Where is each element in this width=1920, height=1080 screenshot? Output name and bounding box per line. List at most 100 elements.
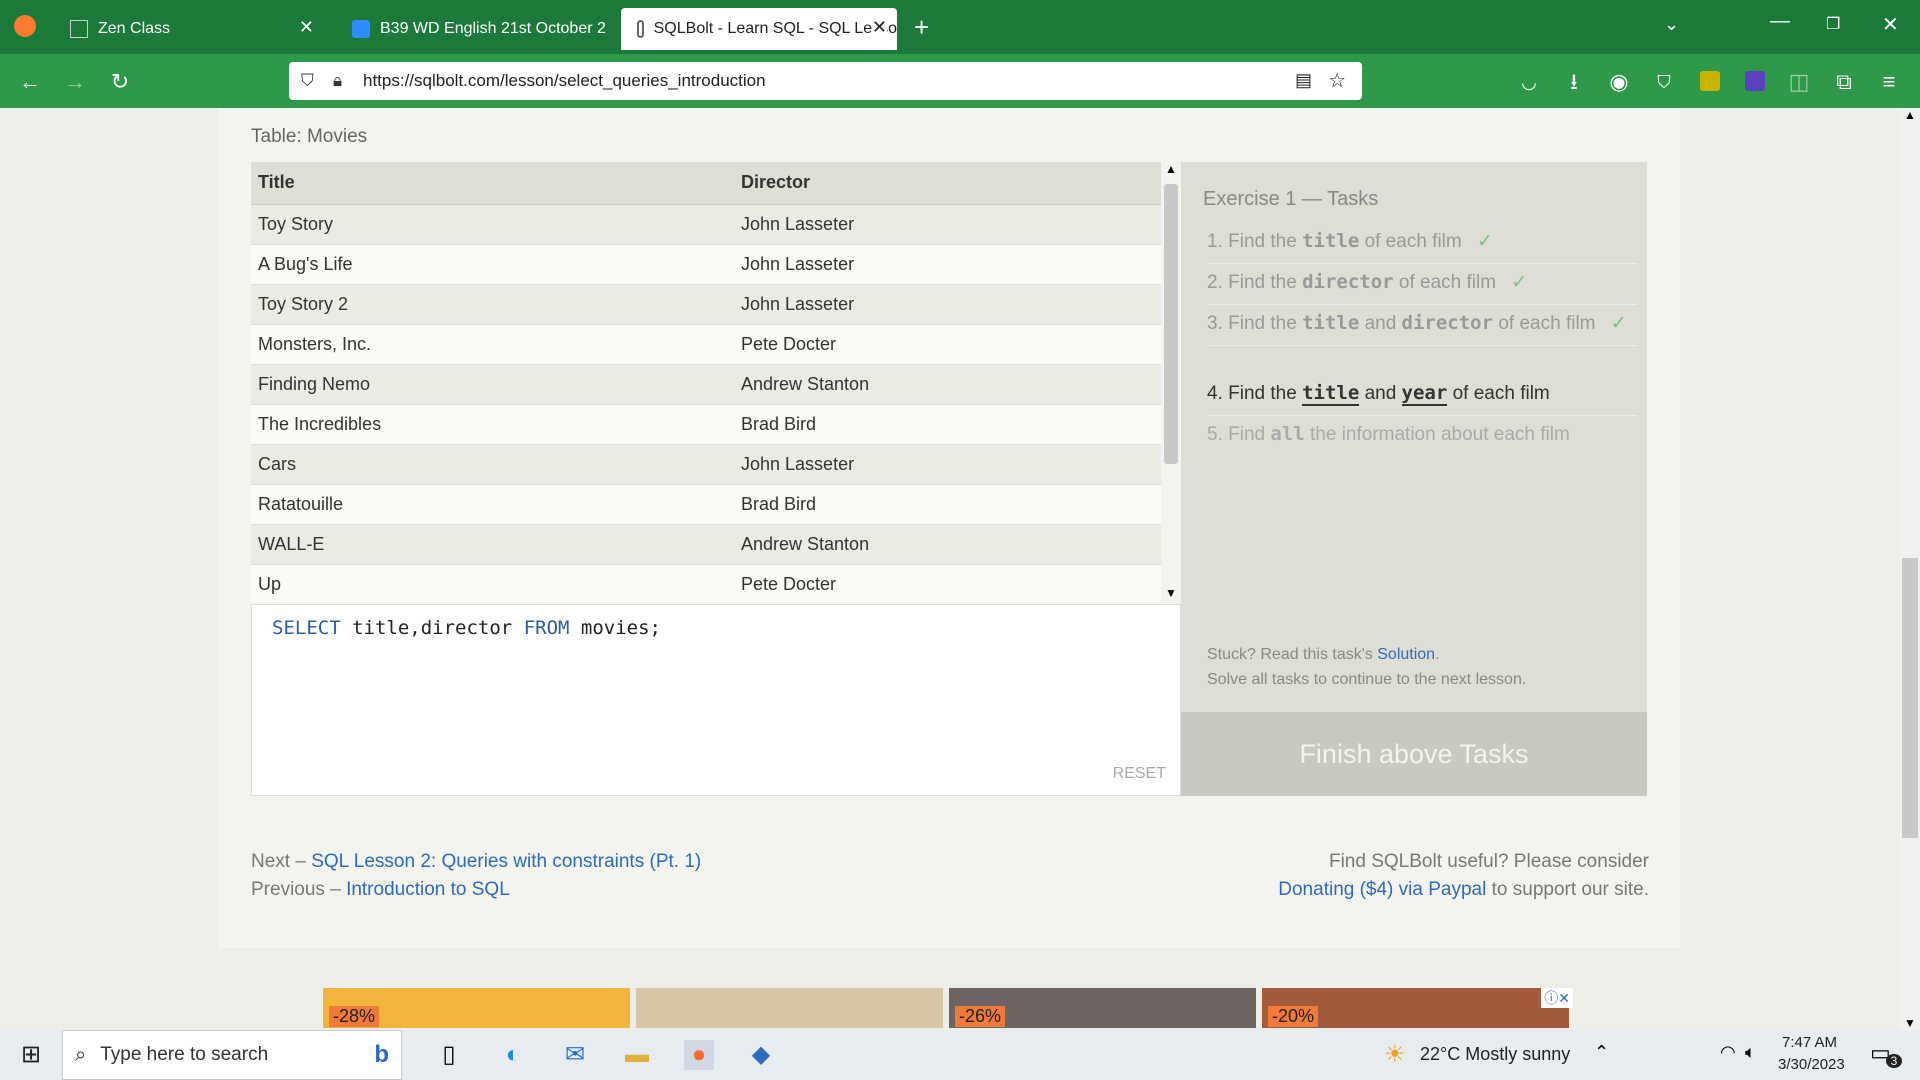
stuck-help: Stuck? Read this task's Solution. Solve … xyxy=(1207,646,1527,688)
firefox-taskbar-icon[interactable]: ● xyxy=(684,1040,714,1070)
pocket-icon[interactable]: ◡ xyxy=(1515,68,1543,96)
extension-icon[interactable] xyxy=(1745,71,1765,91)
new-tab-icon[interactable]: + xyxy=(914,12,929,43)
minimize-icon[interactable]: — xyxy=(1770,10,1790,33)
next-lesson-link[interactable]: SQL Lesson 2: Queries with constraints (… xyxy=(311,851,701,872)
weather-text[interactable]: 22°C Mostly sunny xyxy=(1420,1044,1570,1065)
close-icon[interactable]: ✕ xyxy=(871,17,887,38)
task-code: director xyxy=(1302,271,1394,293)
chevron-up-icon[interactable]: ⌃ xyxy=(1594,1042,1609,1063)
zoom-icon xyxy=(352,20,370,38)
clock-date[interactable]: 3/30/2023 xyxy=(1778,1056,1845,1073)
network-icon[interactable]: ◠ xyxy=(1720,1042,1736,1063)
menu-icon[interactable]: ≡ xyxy=(1875,68,1903,96)
ad-item[interactable] xyxy=(636,988,943,1028)
task-item: 2. Find the director of each film ✓ xyxy=(1207,267,1637,305)
task-code: title xyxy=(1302,382,1360,406)
tab-zen-class[interactable]: Zen Class ✕ xyxy=(54,8,324,50)
shield-icon[interactable]: ⛉ xyxy=(1650,68,1678,96)
weather-icon[interactable]: ☀ xyxy=(1384,1040,1406,1069)
table-row: Toy Story John Lasseter xyxy=(251,204,1161,245)
mail-icon[interactable]: ✉ xyxy=(560,1040,590,1070)
forward-icon[interactable]: → xyxy=(61,68,89,96)
scroll-down-icon[interactable]: ▼ xyxy=(1904,1016,1916,1030)
bing-icon[interactable]: b xyxy=(374,1041,389,1069)
url-text[interactable]: https://sqlbolt.com/lesson/select_querie… xyxy=(363,71,766,91)
task-code: title xyxy=(1302,312,1360,334)
account-icon[interactable]: ◉ xyxy=(1605,68,1633,96)
previous-lesson-link[interactable]: Introduction to SQL xyxy=(346,879,510,900)
download-icon[interactable]: ⭳ xyxy=(1560,68,1588,96)
cell-director: Pete Docter xyxy=(734,324,1161,365)
tasks-title: Exercise 1 — Tasks xyxy=(1203,188,1379,210)
task-text: of each film xyxy=(1364,231,1462,252)
url-bar[interactable]: ⛉ 🔒︎ https://sqlbolt.com/lesson/select_q… xyxy=(289,62,1362,100)
reset-button[interactable]: RESET xyxy=(1113,765,1166,783)
page-icon xyxy=(70,20,88,38)
task-code: year xyxy=(1401,382,1448,406)
reload-icon[interactable]: ↻ xyxy=(106,68,134,96)
extension-icon[interactable]: ◫ xyxy=(1785,68,1813,96)
cell-title: Ratatouille xyxy=(251,484,734,525)
cell-director: John Lasseter xyxy=(734,284,1161,325)
windows-start-icon[interactable]: ⊞ xyxy=(16,1040,46,1070)
scrollbar-thumb[interactable] xyxy=(1902,558,1918,838)
task-text: Find the xyxy=(1228,313,1297,334)
back-icon[interactable]: ← xyxy=(16,68,44,96)
tab-sqlbolt[interactable]: SQLBolt - Learn SQL - SQL Lesso ✕ xyxy=(621,8,897,50)
finish-tasks-button[interactable]: Finish above Tasks xyxy=(1181,712,1647,796)
task-text: Find the xyxy=(1228,231,1297,252)
ad-item[interactable]: -28% xyxy=(323,988,630,1028)
sql-code[interactable]: SELECT title,director FROM movies; xyxy=(272,617,661,639)
task-item: 1. Find the title of each film ✓ xyxy=(1207,226,1637,264)
file-explorer-icon[interactable]: ▬ xyxy=(622,1040,652,1070)
reader-icon[interactable]: ▤ xyxy=(1295,70,1312,91)
chevron-down-icon[interactable]: ⌄ xyxy=(1664,14,1679,35)
solution-link[interactable]: Solution xyxy=(1377,646,1435,663)
donate-message: Find SQLBolt useful? Please consider Don… xyxy=(1278,848,1649,904)
shield-icon[interactable]: ⛉ xyxy=(301,71,319,91)
scroll-up-icon[interactable]: ▲ xyxy=(1904,108,1916,122)
task-number: 3. xyxy=(1207,313,1223,334)
check-icon: ✓ xyxy=(1511,272,1528,293)
task-text: Find xyxy=(1228,424,1266,445)
cell-title: Finding Nemo xyxy=(251,364,734,405)
ad-item[interactable]: -26% xyxy=(949,988,1256,1028)
table-row: Monsters, Inc. Pete Docter xyxy=(251,324,1161,365)
extensions-icon[interactable]: ⧉ xyxy=(1830,68,1858,96)
scroll-down-icon[interactable]: ▼ xyxy=(1165,586,1177,600)
table-scrollbar[interactable]: ▲ ▼ xyxy=(1161,162,1181,602)
ad-item[interactable]: -20% xyxy=(1262,988,1569,1028)
task-number: 2. xyxy=(1207,272,1223,293)
scroll-up-icon[interactable]: ▲ xyxy=(1165,162,1177,176)
ad-banner[interactable]: -28% -26% -20% ⓘ✕ xyxy=(323,988,1573,1028)
clock-time[interactable]: 7:47 AM xyxy=(1782,1034,1837,1051)
bookmark-star-icon[interactable]: ☆ xyxy=(1328,68,1346,93)
check-icon: ✓ xyxy=(1610,313,1627,334)
table-row: Up Pete Docter xyxy=(251,564,1161,602)
restore-icon[interactable]: ❐ xyxy=(1826,14,1840,34)
cell-director: John Lasseter xyxy=(734,444,1161,485)
tab-bar: Zen Class ✕ B39 WD English 21st October … xyxy=(0,0,1920,54)
cell-title: The Incredibles xyxy=(251,404,734,445)
taskbar-search[interactable]: ⌕ Type here to search b xyxy=(62,1030,402,1080)
extension-icon[interactable] xyxy=(1700,71,1720,91)
close-icon[interactable]: ✕ xyxy=(299,17,314,38)
ad-close-icon[interactable]: ⓘ✕ xyxy=(1541,988,1573,1008)
task-text: and xyxy=(1364,383,1397,404)
useful-text: Find SQLBolt useful? Please consider xyxy=(1328,851,1649,872)
scrollbar-thumb[interactable] xyxy=(1164,184,1178,464)
firefox-icon[interactable] xyxy=(14,15,36,37)
donate-link[interactable]: Donating ($4) via Paypal xyxy=(1278,879,1486,900)
edge-icon[interactable]: ◐ xyxy=(498,1040,528,1070)
vscode-icon[interactable]: ◆ xyxy=(746,1040,776,1070)
close-window-icon[interactable]: ✕ xyxy=(1882,12,1899,37)
page-scrollbar[interactable]: ▲ ▼ xyxy=(1900,108,1920,1030)
sql-editor[interactable]: SELECT title,director FROM movies; RESET xyxy=(251,604,1181,796)
task-view-icon[interactable]: ▯ xyxy=(434,1040,464,1070)
task-text: and xyxy=(1364,313,1397,334)
discount-badge: -26% xyxy=(955,1006,1006,1027)
tab-b39[interactable]: B39 WD English 21st October 2 xyxy=(336,8,616,50)
cell-title: Toy Story xyxy=(251,204,734,245)
volume-icon[interactable]: 🔈︎ xyxy=(1745,1042,1756,1063)
